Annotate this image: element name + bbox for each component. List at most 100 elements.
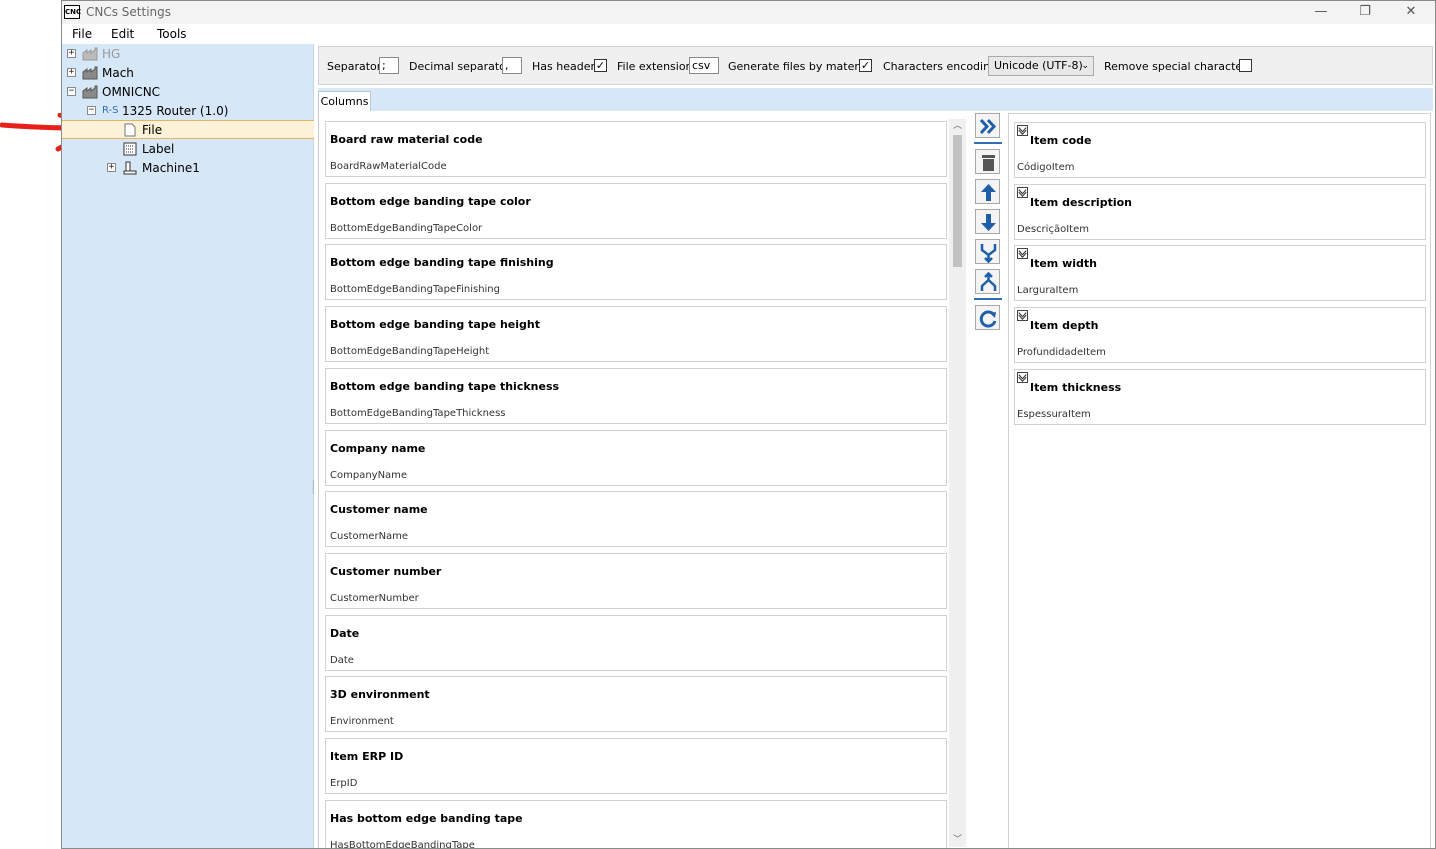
window-title: CNCs Settings — [86, 5, 172, 19]
column-field-name: EspessuraItem — [1017, 408, 1091, 420]
selected-column-item[interactable]: Item description DescriçãoItem — [1014, 183, 1426, 240]
expand-icon[interactable]: + — [67, 68, 76, 77]
available-column-item[interactable]: 3D environment Environment — [325, 676, 947, 733]
close-button[interactable]: ✕ — [1389, 2, 1433, 22]
has-header-checkbox[interactable]: ✓ — [594, 59, 607, 72]
selected-column-item[interactable]: Item code CódigoItem — [1014, 122, 1426, 178]
scroll-up-icon[interactable]: ︿ — [949, 119, 966, 133]
column-field-name: CustomerNumber — [330, 592, 419, 604]
selected-columns-list[interactable]: Item code CódigoItem Item description Descr… — [1008, 113, 1431, 848]
available-column-item[interactable]: Company name CompanyName — [325, 429, 947, 486]
tree-label: Machine1 — [142, 161, 200, 175]
merge-icon — [980, 244, 997, 263]
column-field-name: CódigoItem — [1017, 162, 1075, 173]
tree-label: Label — [142, 142, 175, 156]
selected-column-item[interactable]: Item width LarguraItem — [1014, 245, 1426, 302]
splitter-grip-icon[interactable]: ⁝ ⁝ ⁝ — [312, 480, 316, 500]
minimize-button[interactable]: — — [1299, 2, 1343, 22]
column-title: Bottom edge banding tape finishing — [330, 256, 554, 270]
tab-columns[interactable]: Columns — [318, 91, 371, 112]
tree-label: OMNICNC — [102, 85, 161, 99]
factory-icon — [82, 66, 98, 80]
divider — [974, 298, 1002, 300]
available-column-item[interactable]: Bottom edge banding tape finishing Bottom… — [325, 244, 947, 301]
chevron-down-icon[interactable] — [1017, 125, 1028, 136]
column-field-name: BottomEdgeBandingTapeHeight — [330, 346, 490, 358]
restore-button[interactable]: ❐ — [1343, 2, 1387, 22]
column-field-name: CustomerName — [330, 531, 409, 543]
column-field-name: Date — [330, 654, 354, 666]
collapse-icon[interactable]: − — [87, 106, 96, 115]
column-field-name: ErpID — [330, 778, 358, 789]
decimal-separator-input[interactable]: , — [502, 57, 522, 74]
tree-item-machine1[interactable]: + Machine1 — [62, 159, 314, 178]
menu-file[interactable]: File — [72, 27, 92, 41]
column-field-name: BottomEdgeBandingTapeColor — [330, 222, 483, 234]
column-field-name: BoardRawMaterialCode — [330, 161, 447, 172]
move-down-button[interactable] — [975, 209, 1000, 234]
file-extension-label: File extension — [617, 60, 693, 73]
available-column-item[interactable]: Bottom edge banding tape height BottomEdg… — [325, 306, 947, 363]
available-column-item[interactable]: Bottom edge banding tape color BottomEdge… — [325, 182, 947, 239]
factory-icon — [82, 85, 98, 99]
menu-edit[interactable]: Edit — [111, 27, 134, 41]
tree-item-hg[interactable]: + HG — [62, 45, 314, 64]
column-field-name: CompanyName — [330, 469, 408, 481]
separator-input[interactable]: ; — [379, 57, 399, 74]
machine-tree: + HG + Mach − OMNICNC − R-S 1325 Router … — [62, 44, 316, 848]
available-column-item[interactable]: Item ERP ID ErpID — [325, 738, 947, 794]
available-column-item[interactable]: Bottom edge banding tape thickness Bottom… — [325, 367, 947, 424]
column-title: Item code — [1030, 134, 1092, 147]
chevron-down-icon[interactable] — [1017, 248, 1028, 260]
scroll-thumb[interactable] — [953, 135, 962, 267]
file-icon — [124, 123, 136, 137]
scroll-down-icon[interactable]: ﹀ — [949, 833, 966, 847]
move-up-button[interactable] — [975, 179, 1000, 204]
chevron-down-icon[interactable] — [1017, 371, 1028, 383]
title-bar[interactable]: CNC CNCs Settings — ❐ ✕ — [62, 1, 1435, 24]
available-column-item[interactable]: Has bottom edge banding tape HasBottomEdg… — [325, 799, 947, 848]
chevron-down-icon[interactable] — [1017, 186, 1028, 198]
available-column-item[interactable]: Board raw material code BoardRawMaterialC… — [325, 121, 947, 177]
column-title: Board raw material code — [330, 133, 483, 146]
menu-bar: File Edit Tools — [62, 24, 1435, 44]
column-actions — [974, 113, 1002, 343]
split-button[interactable] — [975, 269, 1000, 294]
add-columns-button[interactable] — [975, 113, 1000, 138]
column-title: Item description — [1030, 195, 1132, 209]
tree-item-1325-router[interactable]: − R-S 1325 Router (1.0) — [62, 102, 314, 121]
selected-column-item[interactable]: Item thickness EspessuraItem — [1014, 368, 1426, 425]
merge-button[interactable] — [975, 239, 1000, 264]
available-columns-scrollbar[interactable]: ︿ ﹀ — [949, 119, 966, 847]
delete-column-button[interactable] — [975, 149, 1000, 174]
chevron-down-icon[interactable] — [1017, 310, 1028, 322]
refresh-icon — [979, 310, 997, 328]
divider — [974, 142, 1002, 144]
collapse-icon[interactable]: − — [67, 87, 76, 96]
generate-by-material-label: Generate files by material — [728, 60, 872, 73]
file-settings-toolbar: Separator ; Decimal separator , Has head… — [318, 46, 1433, 85]
column-field-name: BottomEdgeBandingTapeThickness — [330, 407, 506, 419]
tree-item-label[interactable]: Label — [62, 140, 314, 159]
available-column-item[interactable]: Date Date — [325, 614, 947, 671]
file-extension-input[interactable]: csv — [689, 57, 719, 74]
available-columns-list[interactable]: Board raw material code BoardRawMaterialC… — [325, 119, 948, 848]
expand-icon[interactable]: + — [107, 163, 116, 172]
tree-item-mach[interactable]: + Mach — [62, 64, 314, 83]
column-title: Item ERP ID — [330, 750, 404, 763]
selected-column-item[interactable]: Item depth ProfundidadeItem — [1014, 307, 1426, 364]
tree-item-file[interactable]: File — [62, 120, 314, 139]
available-column-item[interactable]: Customer number CustomerNumber — [325, 552, 947, 609]
expand-icon[interactable]: + — [67, 49, 76, 58]
column-field-name: Environment — [330, 716, 394, 728]
available-column-item[interactable]: Customer name CustomerName — [325, 491, 947, 548]
characters-encoding-select[interactable]: Unicode (UTF-8) ⌄ — [988, 56, 1094, 76]
remove-special-checkbox[interactable] — [1239, 59, 1252, 72]
tree-item-omnicnc[interactable]: − OMNICNC — [62, 83, 314, 102]
column-title: 3D environment — [330, 688, 430, 702]
column-title: Bottom edge banding tape color — [330, 194, 531, 208]
generate-by-material-checkbox[interactable]: ✓ — [859, 59, 872, 72]
refresh-button[interactable] — [975, 305, 1000, 330]
column-title: Bottom edge banding tape height — [330, 318, 540, 332]
menu-tools[interactable]: Tools — [157, 27, 187, 41]
